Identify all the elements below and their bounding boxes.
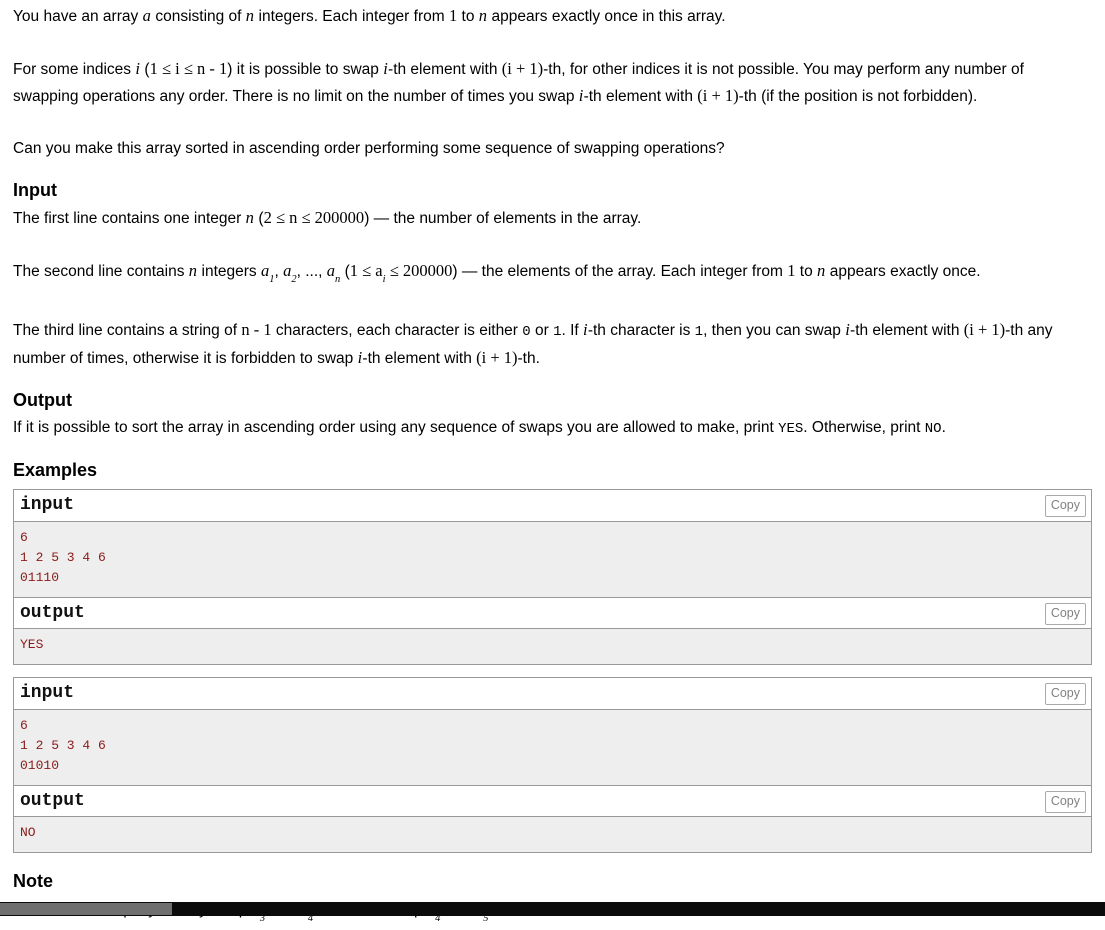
math-inequality-n: 2 ≤ n ≤ 200000 bbox=[263, 208, 365, 227]
text-fragment: -th element with bbox=[362, 350, 477, 368]
text-fragment: to bbox=[457, 8, 479, 25]
sample-input-title-row: input Copy bbox=[14, 490, 1091, 522]
text-fragment: The third line contains a string of bbox=[13, 322, 242, 340]
examples-section-heading: Examples bbox=[13, 460, 98, 481]
text-fragment: For some indices bbox=[13, 61, 136, 78]
text-fragment: ) — the number of elements in the array. bbox=[364, 210, 642, 227]
text-fragment: , bbox=[274, 263, 284, 280]
copy-button[interactable]: Copy bbox=[1044, 683, 1086, 706]
text-fragment: -th element with bbox=[583, 88, 698, 105]
text-fragment: integers. Each integer from bbox=[254, 8, 449, 25]
sample-input-title-row: input Copy bbox=[14, 678, 1091, 710]
text-fragment: -th (if the position is not forbidden). bbox=[738, 88, 978, 105]
copy-button[interactable]: Copy bbox=[1044, 791, 1086, 814]
statement-paragraph-2: For some indices i (1 ≤ i ≤ n - 1) it is… bbox=[13, 56, 1092, 110]
math-a-sub-2: a2 bbox=[283, 261, 297, 286]
horizontal-scrollbar[interactable] bbox=[0, 902, 1105, 916]
math-expr-n-minus-1: n - 1 bbox=[241, 320, 272, 340]
input-paragraph-3: The third line contains a string of n - … bbox=[13, 317, 1092, 372]
math-expr-i-plus-1: (i + 1) bbox=[476, 348, 518, 368]
text-fragment: characters, each character is either bbox=[271, 322, 523, 340]
code-yes: YES bbox=[778, 421, 804, 438]
sample-input-data: 6 1 2 5 3 4 6 01110 bbox=[14, 521, 1091, 598]
text-fragment: . bbox=[941, 419, 946, 437]
sample-output-label: output bbox=[20, 791, 85, 812]
sample-input-label: input bbox=[20, 495, 75, 516]
statement-paragraph-1: You have an array a consisting of n inte… bbox=[13, 3, 1092, 30]
text-fragment: or bbox=[530, 322, 554, 340]
text-fragment: consisting of bbox=[151, 8, 246, 25]
math-var-n: n bbox=[478, 6, 488, 25]
math-expr-i-plus-1: (i + 1) bbox=[501, 59, 544, 78]
math-a-sub-n: an bbox=[326, 261, 341, 286]
text-fragment: -th. bbox=[517, 350, 540, 368]
text-fragment: appears exactly once in this array. bbox=[487, 8, 726, 25]
text-fragment: ) — the elements of the array. Each inte… bbox=[452, 263, 788, 280]
sample-output-label: output bbox=[20, 603, 85, 624]
text-fragment: You have an array bbox=[13, 8, 143, 25]
scrollbar-thumb[interactable] bbox=[0, 903, 172, 915]
text-fragment: -th element with bbox=[388, 61, 502, 78]
sample-output-title-row: output Copy bbox=[14, 785, 1091, 817]
text-fragment: -th element with bbox=[850, 322, 964, 340]
text-fragment: -th character is bbox=[587, 322, 695, 340]
math-inequality-ai: 1 ≤ ai ≤ 200000 bbox=[349, 261, 453, 286]
code-zero: 0 bbox=[522, 324, 531, 341]
text-fragment: The second line contains bbox=[13, 263, 189, 280]
input-section-heading: Input bbox=[13, 180, 57, 200]
sample-test-1: input Copy 6 1 2 5 3 4 6 01110 output Co… bbox=[13, 489, 1092, 666]
math-var-a: a bbox=[142, 6, 152, 25]
math-var-n: n bbox=[245, 6, 255, 25]
math-expr-i-plus-1: (i + 1) bbox=[963, 320, 1006, 340]
text-fragment: appears exactly once. bbox=[825, 263, 981, 280]
text-fragment: ( bbox=[140, 61, 150, 78]
text-fragment: ( bbox=[340, 263, 350, 280]
text-fragment: to bbox=[795, 263, 818, 280]
text-fragment: . If bbox=[561, 322, 584, 340]
text-fragment: ) it is possible to swap bbox=[227, 61, 384, 78]
copy-button[interactable]: Copy bbox=[1044, 603, 1086, 626]
text-fragment: , then you can swap bbox=[703, 322, 846, 340]
math-a-sub-1: a1 bbox=[261, 261, 275, 286]
code-one: 1 bbox=[553, 324, 562, 341]
text-fragment: , ..., bbox=[296, 263, 327, 280]
sample-output-title-row: output Copy bbox=[14, 597, 1091, 629]
text-fragment: The first line contains one integer bbox=[13, 210, 246, 227]
sample-output-data: YES bbox=[14, 628, 1091, 665]
math-inequality: 1 ≤ i ≤ n - 1 bbox=[149, 59, 228, 78]
problem-statement-page: You have an array a consisting of n inte… bbox=[0, 0, 1105, 924]
input-paragraph-2: The second line contains n integers a1 , … bbox=[13, 258, 1092, 291]
math-expr-i-plus-1: (i + 1) bbox=[697, 86, 739, 105]
math-var-n: n bbox=[188, 261, 198, 280]
sample-output-data: NO bbox=[14, 816, 1091, 853]
text-fragment: ( bbox=[254, 210, 264, 227]
text-fragment: integers bbox=[197, 263, 261, 280]
note-section-heading: Note bbox=[13, 871, 53, 892]
sample-test-2: input Copy 6 1 2 5 3 4 6 01010 output Co… bbox=[13, 677, 1092, 854]
code-no: NO bbox=[924, 421, 942, 438]
input-paragraph-1: The first line contains one integer n (2… bbox=[13, 205, 1092, 232]
math-num-1: 1 bbox=[448, 6, 458, 25]
code-one: 1 bbox=[694, 324, 704, 341]
output-paragraph-1: If it is possible to sort the array in a… bbox=[13, 415, 1092, 442]
sample-input-data: 6 1 2 5 3 4 6 01010 bbox=[14, 709, 1091, 786]
sample-input-label: input bbox=[20, 683, 75, 704]
text-fragment: . Otherwise, print bbox=[803, 419, 925, 437]
math-var-n: n bbox=[245, 208, 255, 227]
output-section-heading: Output bbox=[13, 390, 72, 411]
text-fragment: If it is possible to sort the array in a… bbox=[13, 419, 779, 437]
copy-button[interactable]: Copy bbox=[1044, 495, 1086, 518]
statement-paragraph-3: Can you make this array sorted in ascend… bbox=[13, 140, 725, 157]
